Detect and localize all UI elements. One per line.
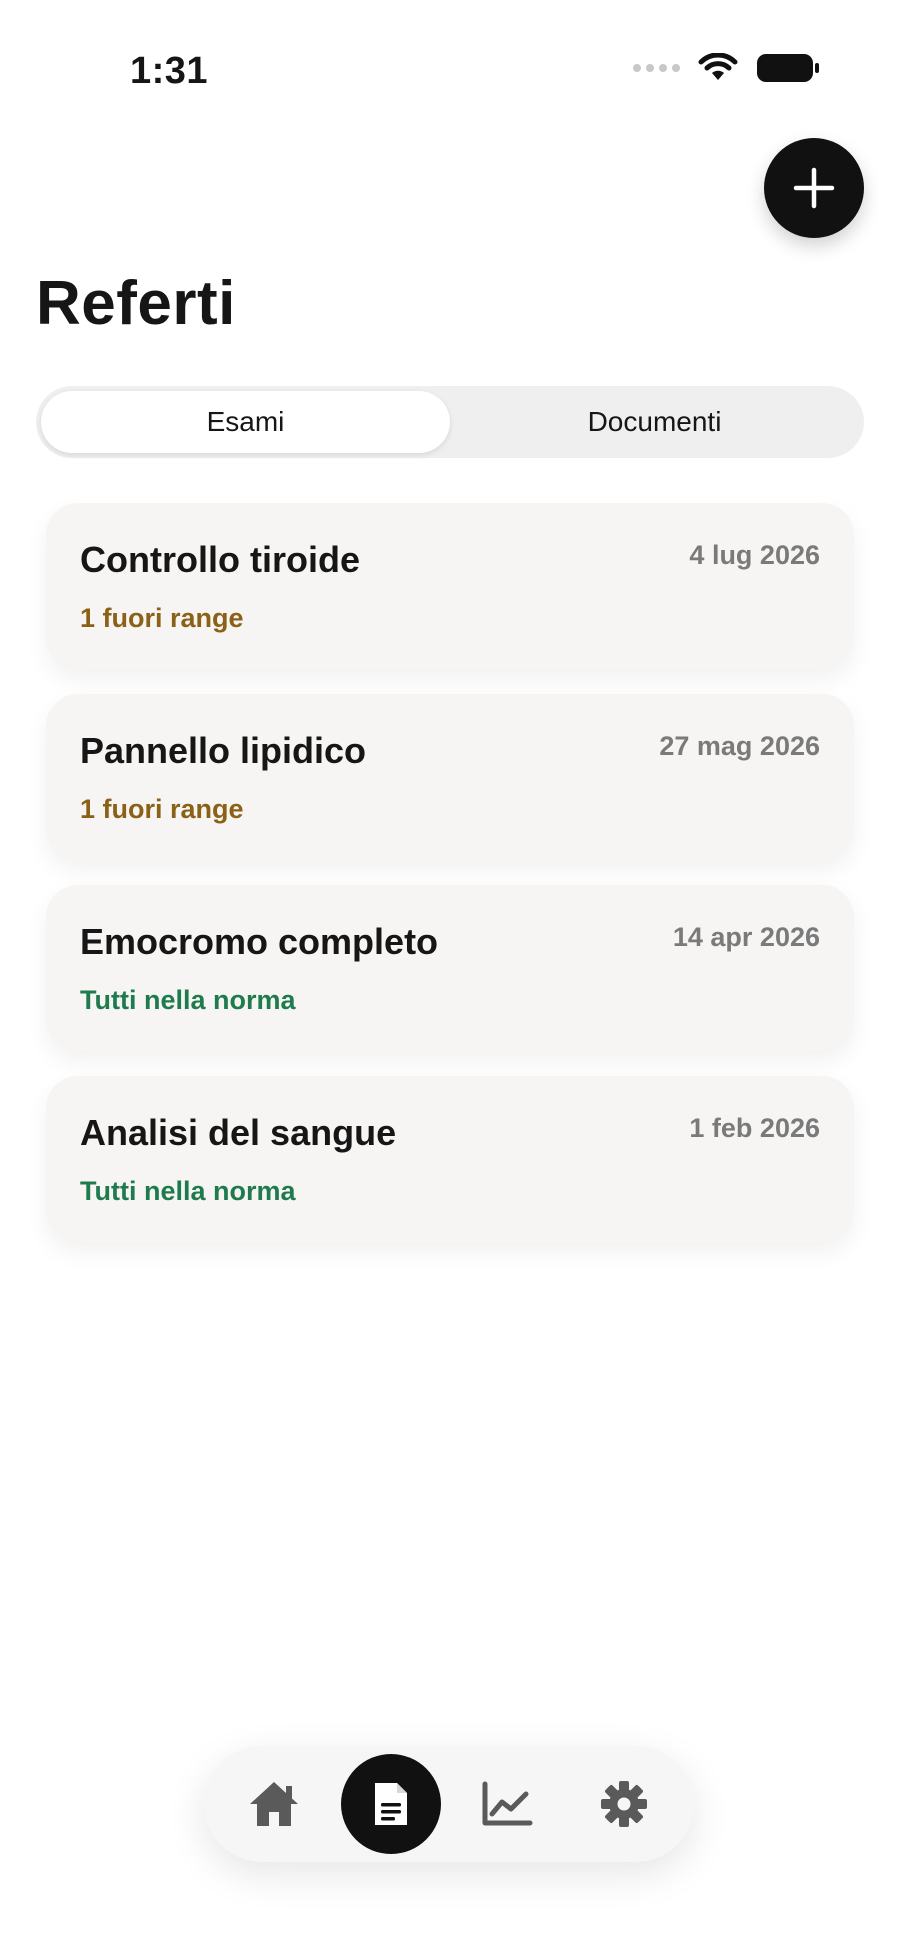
status-time: 1:31 — [130, 50, 209, 92]
exam-title: Controllo tiroide — [80, 539, 360, 580]
nav-reports[interactable] — [340, 1754, 441, 1854]
exam-card[interactable]: Emocromo completo 14 apr 2026 Tutti nell… — [46, 885, 854, 1051]
tab-label: Documenti — [587, 406, 722, 437]
tab-esami[interactable]: Esami — [41, 391, 450, 453]
page-title: Referti — [36, 269, 236, 338]
exam-date: 1 feb 2026 — [689, 1113, 820, 1143]
exam-status: Tutti nella norma — [80, 985, 296, 1015]
nav-settings[interactable] — [574, 1754, 674, 1854]
segmented-control: Esami Documenti — [36, 386, 864, 458]
tab-documenti[interactable]: Documenti — [450, 391, 859, 453]
exam-card[interactable]: Controllo tiroide 4 lug 2026 1 fuori ran… — [46, 503, 854, 669]
plus-icon — [793, 167, 835, 209]
nav-home[interactable] — [224, 1754, 324, 1854]
chart-icon — [482, 1781, 533, 1826]
home-icon — [250, 1782, 299, 1826]
exam-status: Tutti nella norma — [80, 1176, 296, 1206]
bottom-nav — [204, 1746, 694, 1862]
cellular-signal-icon — [633, 64, 680, 72]
document-icon — [374, 1783, 407, 1825]
exam-title: Analisi del sangue — [80, 1112, 397, 1153]
exam-title: Emocromo completo — [80, 921, 439, 962]
wifi-icon — [698, 53, 738, 83]
exam-status: 1 fuori range — [80, 603, 244, 633]
exam-card[interactable]: Analisi del sangue 1 feb 2026 Tutti nell… — [46, 1076, 854, 1242]
tab-label: Esami — [206, 406, 285, 437]
exam-status: 1 fuori range — [80, 794, 244, 824]
exam-date: 4 lug 2026 — [689, 540, 820, 570]
status-icons — [633, 52, 820, 84]
battery-icon — [756, 52, 820, 84]
exam-date: 27 mag 2026 — [659, 731, 820, 761]
gear-icon — [600, 1781, 647, 1827]
exam-list: Controllo tiroide 4 lug 2026 1 fuori ran… — [46, 503, 854, 1267]
nav-charts[interactable] — [457, 1754, 557, 1854]
exam-title: Pannello lipidico — [80, 730, 367, 771]
add-report-button[interactable] — [764, 138, 864, 238]
exam-date: 14 apr 2026 — [672, 922, 820, 952]
exam-card[interactable]: Pannello lipidico 27 mag 2026 1 fuori ra… — [46, 694, 854, 860]
